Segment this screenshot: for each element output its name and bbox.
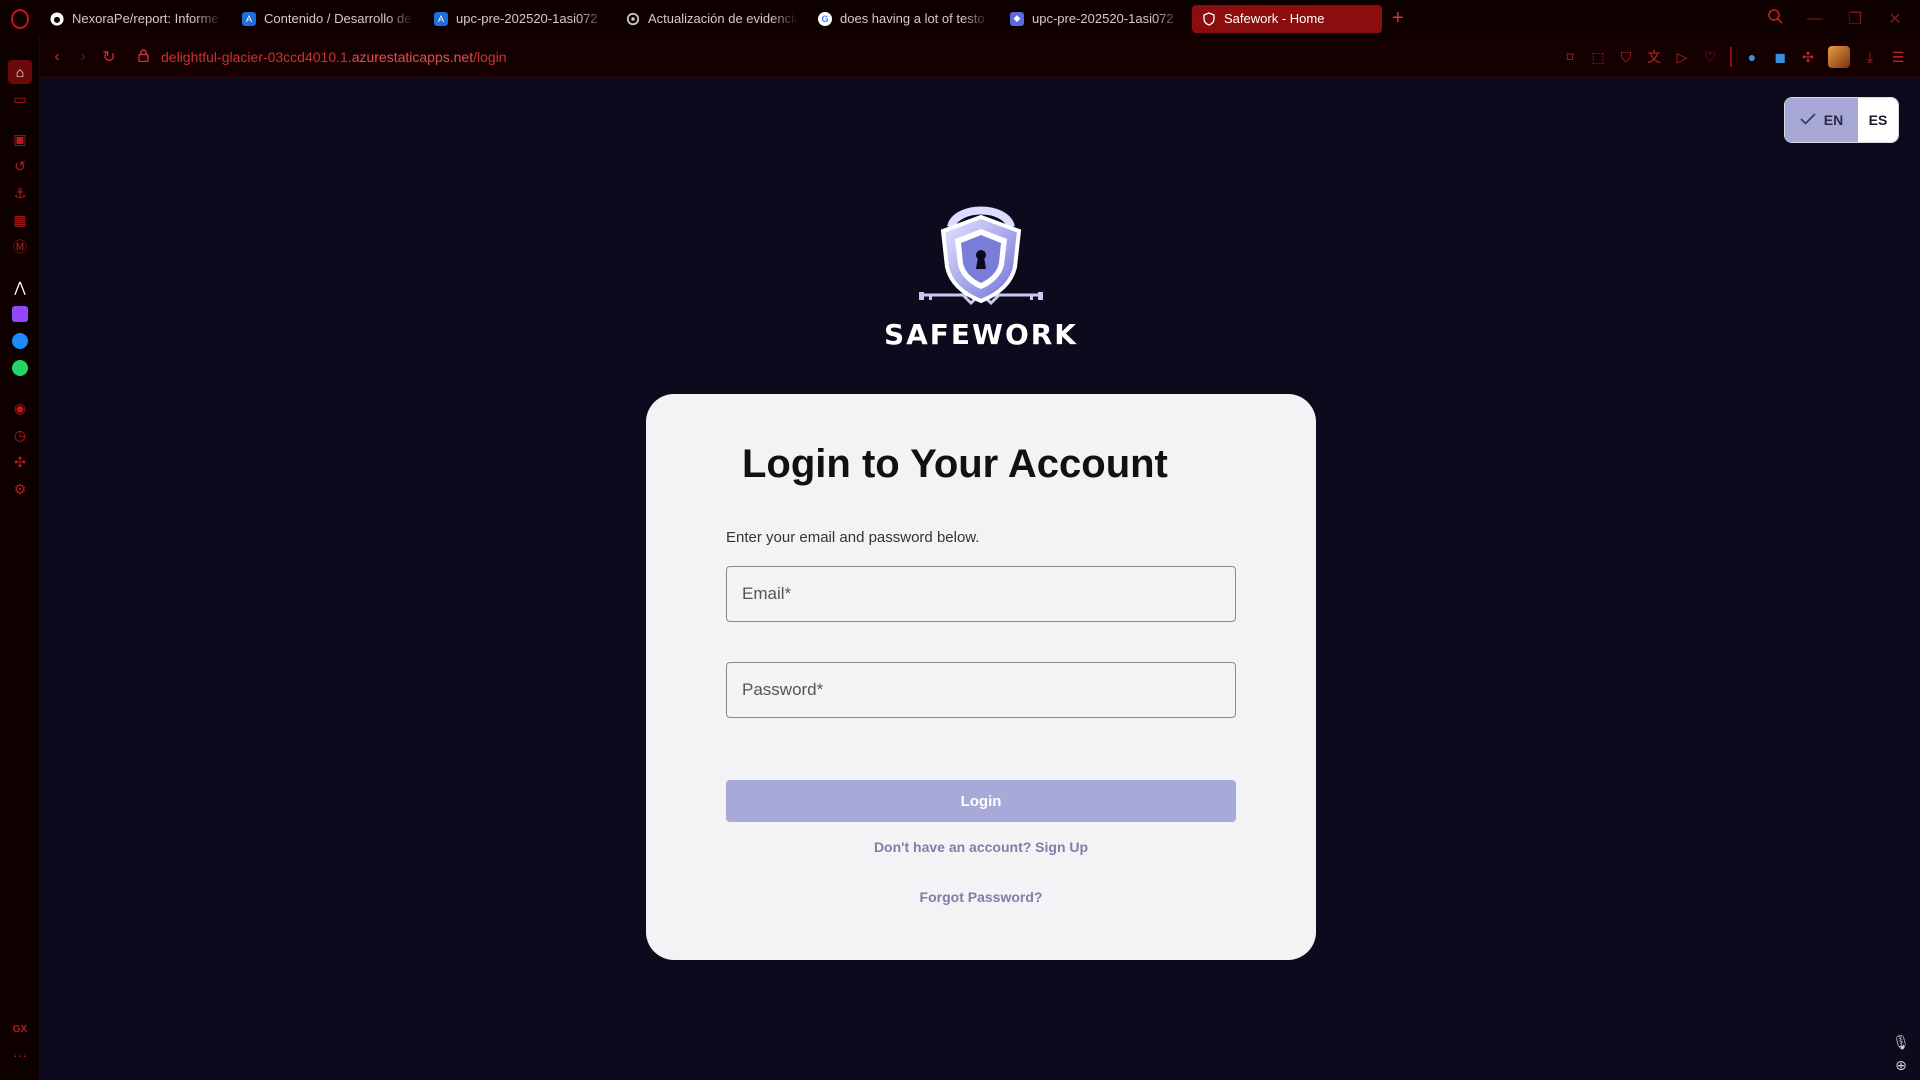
lang-es-button[interactable]: ES bbox=[1858, 98, 1898, 142]
tab-label: Safework - Home bbox=[1224, 11, 1325, 26]
tab-label: upc-pre-202520-1asi072 bbox=[456, 11, 598, 26]
tab-azure-upc[interactable]: A upc-pre-202520-1asi072 bbox=[424, 5, 616, 33]
gx-control-icon[interactable]: GX bbox=[8, 1017, 32, 1041]
new-tab-button[interactable]: + bbox=[1382, 7, 1414, 30]
settings-icon[interactable]: ⚙ bbox=[8, 477, 32, 501]
url-path: /login bbox=[473, 48, 507, 65]
url-text: delightful-glacier-03ccd4010.1.azurestat… bbox=[161, 49, 507, 65]
m-app-icon[interactable]: Ⓜ bbox=[8, 235, 32, 259]
tab-label: NexoraPe/report: Informe bbox=[72, 11, 219, 26]
lang-es-label: ES bbox=[1868, 112, 1888, 128]
more-icon[interactable]: ··· bbox=[8, 1043, 32, 1067]
tab-shield-app[interactable]: ◆ upc-pre-202520-1asi072 bbox=[1000, 5, 1192, 33]
whatsapp-icon[interactable] bbox=[8, 356, 32, 380]
translate-icon[interactable]: 文 bbox=[1646, 49, 1662, 65]
vpn-extension-icon[interactable]: ● bbox=[1744, 49, 1760, 65]
url-prefix: delightful-glacier-03ccd4010.1. bbox=[161, 48, 352, 65]
github-icon bbox=[50, 11, 64, 26]
lock-icon bbox=[138, 48, 149, 65]
url-domain: azurestaticapps.net bbox=[351, 48, 474, 65]
restore-icon[interactable]: ❐ bbox=[1846, 9, 1864, 29]
tab-label: Contenido / Desarrollo de bbox=[264, 11, 412, 26]
tab-label: Actualización de evidencia bbox=[648, 11, 798, 26]
opera-logo-icon[interactable] bbox=[0, 0, 40, 37]
history-icon[interactable]: ◷ bbox=[8, 423, 32, 447]
twitch-icon[interactable] bbox=[8, 302, 32, 326]
tab-openai[interactable]: Actualización de evidencia bbox=[616, 5, 808, 33]
brand-logo: SAFEWORK bbox=[881, 197, 1081, 427]
safework-shield-logo-icon bbox=[919, 206, 1043, 306]
language-toggle: EN ES bbox=[1784, 97, 1899, 143]
tab-label: does having a lot of testo bbox=[840, 11, 985, 26]
ship-icon[interactable]: ⚓ bbox=[8, 181, 32, 205]
back-icon[interactable]: ‹ bbox=[44, 48, 70, 66]
cycle-icon[interactable]: ↺ bbox=[8, 154, 32, 178]
lang-en-button[interactable]: EN bbox=[1785, 98, 1858, 142]
home-icon[interactable]: ⌂ bbox=[8, 60, 32, 84]
forgot-password-link[interactable]: Forgot Password? bbox=[726, 889, 1236, 905]
login-card: Login to Your Account Enter your email a… bbox=[646, 394, 1316, 960]
brand-name: SAFEWORK bbox=[883, 318, 1079, 351]
profile-avatar[interactable] bbox=[1828, 45, 1850, 68]
tab-google[interactable]: G does having a lot of testo bbox=[808, 5, 1000, 33]
extensions-puzzle-icon[interactable]: ✣ bbox=[1800, 49, 1816, 65]
controller-icon[interactable]: ▣ bbox=[8, 127, 32, 151]
safework-icon bbox=[1202, 11, 1216, 26]
tab-azure-contenido[interactable]: A Contenido / Desarrollo de bbox=[232, 5, 424, 33]
azure-devops-icon: A bbox=[434, 11, 448, 26]
menu-icon[interactable]: ☰ bbox=[1890, 49, 1906, 65]
lang-en-label: EN bbox=[1823, 112, 1844, 128]
openai-icon bbox=[626, 12, 640, 26]
tab-github[interactable]: NexoraPe/report: Informe bbox=[40, 5, 232, 33]
close-icon[interactable]: ✕ bbox=[1886, 9, 1904, 29]
forward-icon[interactable]: › bbox=[70, 48, 96, 66]
extensions-sidebar-icon[interactable]: ✣ bbox=[8, 450, 32, 474]
play-icon[interactable]: ▷ bbox=[1674, 49, 1690, 65]
login-title: Login to Your Account bbox=[742, 442, 1168, 486]
tab-label: upc-pre-202520-1asi072 bbox=[1032, 11, 1174, 26]
password-field[interactable] bbox=[726, 662, 1236, 718]
tab-search-icon[interactable] bbox=[1766, 8, 1784, 29]
extension-icon-2[interactable]: ◼ bbox=[1772, 49, 1788, 65]
google-icon: G bbox=[818, 11, 832, 26]
player-circle-icon[interactable]: ◉ bbox=[8, 396, 32, 420]
microphone-icon[interactable]: 🎙 bbox=[1892, 1034, 1910, 1051]
tab-safework-active[interactable]: Safework - Home bbox=[1192, 4, 1382, 33]
check-icon bbox=[1800, 112, 1816, 128]
login-subtitle: Enter your email and password below. bbox=[726, 529, 980, 546]
download-icon[interactable]: ⤓ bbox=[1862, 49, 1878, 65]
accessibility-icon[interactable]: ⊕ bbox=[1892, 1057, 1910, 1074]
address-bar: ‹ › ↻ delightful-glacier-03ccd4010.1.azu… bbox=[40, 37, 1920, 77]
browser-sidebar: ⌂ ▭ ▣ ↺ ⚓ ▦ Ⓜ ⋀ ◉ ◷ ✣ ⚙ GX ··· bbox=[0, 37, 40, 1080]
gaming-icon[interactable]: ▭ bbox=[8, 87, 32, 111]
bookmark-icon[interactable]: ⌑ bbox=[1562, 49, 1578, 65]
linear-app-icon[interactable]: ⋀ bbox=[8, 275, 32, 299]
login-button[interactable]: Login bbox=[726, 780, 1236, 822]
heart-icon[interactable]: ♡ bbox=[1702, 49, 1718, 65]
messenger-icon[interactable] bbox=[8, 329, 32, 353]
url-field[interactable]: delightful-glacier-03ccd4010.1.azurestat… bbox=[138, 49, 507, 65]
minimize-icon[interactable]: — bbox=[1806, 10, 1824, 28]
extension-toolbar: ⌑ ⬚ ⛉ 文 ▷ ♡ ● ◼ ✣ ⤓ ☰ bbox=[1562, 45, 1920, 68]
azure-devops-icon: A bbox=[242, 11, 256, 26]
shield-app-icon: ◆ bbox=[1010, 11, 1024, 26]
player-icon[interactable]: ▦ bbox=[8, 208, 32, 232]
reload-icon[interactable]: ↻ bbox=[96, 47, 122, 67]
toolbar-divider bbox=[1730, 46, 1732, 67]
adblock-shield-icon[interactable]: ⛉ bbox=[1618, 49, 1634, 65]
window-controls: — ❐ ✕ bbox=[1766, 8, 1920, 29]
snapshot-icon[interactable]: ⬚ bbox=[1590, 49, 1606, 65]
email-field[interactable] bbox=[726, 566, 1236, 622]
signup-link[interactable]: Don't have an account? Sign Up bbox=[726, 839, 1236, 855]
page-content: EN ES SAFEWORK Login to Your Account Ent… bbox=[41, 77, 1920, 1080]
tab-bar: NexoraPe/report: Informe A Contenido / D… bbox=[0, 0, 1920, 37]
